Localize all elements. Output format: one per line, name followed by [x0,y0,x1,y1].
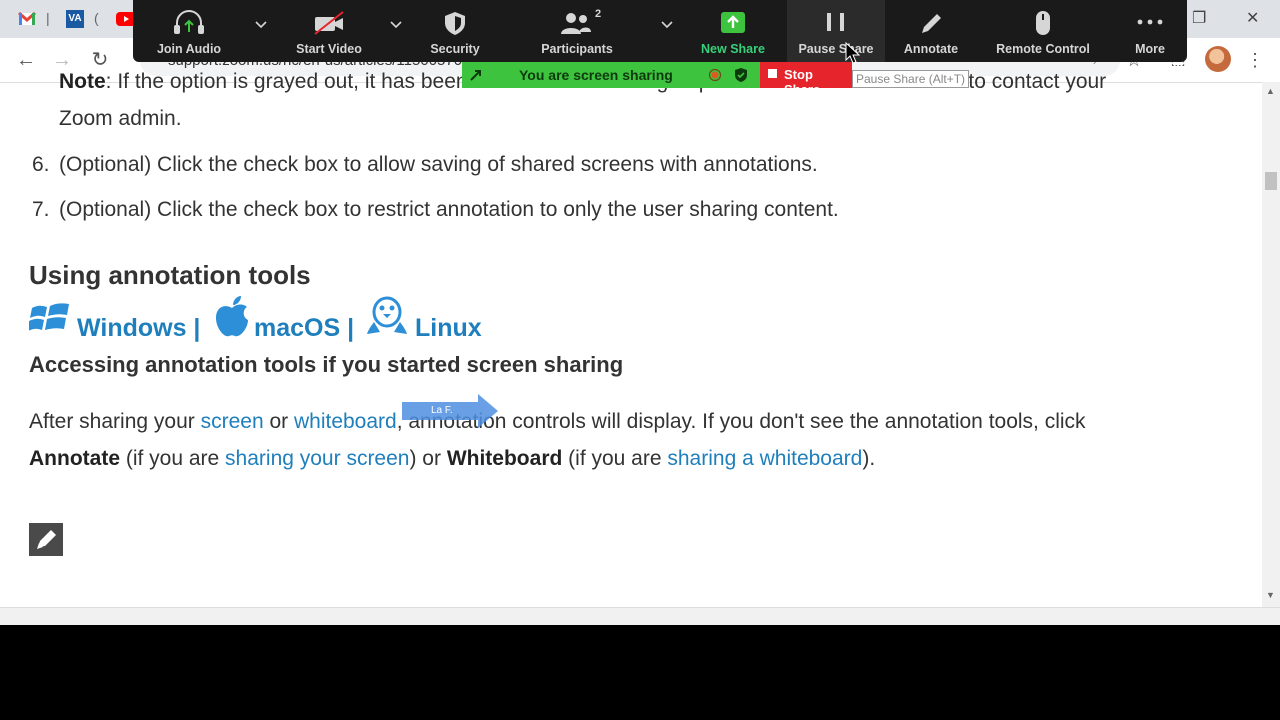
chevron-down-icon[interactable] [660,18,674,32]
start-video-button[interactable]: Start Video [283,0,375,62]
join-audio-button[interactable]: Join Audio [145,0,233,62]
horizontal-scrollbar[interactable] [0,607,1280,625]
record-indicator-icon [708,68,722,82]
mouse-icon [1036,11,1050,35]
more-button[interactable]: More [1119,0,1181,62]
stop-share-button[interactable]: Stop Share [760,62,852,97]
va-icon[interactable]: VA [66,10,84,28]
chevron-down-icon[interactable] [389,18,403,32]
tab-separator: | [46,10,50,26]
join-audio-label: Join Audio [156,42,222,56]
expand-arrow-icon[interactable] [468,67,484,83]
pause-icon [827,13,844,31]
note-line-2: Zoom admin. [59,107,182,130]
paragraph-text: , annotation controls will display. If y… [396,410,1086,433]
whiteboard-term: Whiteboard [446,447,563,470]
annotate-term: Annotate [29,447,120,470]
linux-link[interactable]: Linux [415,314,482,343]
screen-link[interactable]: screen [201,410,264,433]
scroll-thumb[interactable] [1265,172,1277,190]
step-7-text: (Optional) Click the check box to restri… [59,198,839,221]
vertical-scrollbar[interactable]: ▲ ▼ [1262,82,1280,607]
more-dots-icon [1137,19,1163,25]
paragraph-text: ). [862,447,876,470]
zoom-meeting-toolbar: Join Audio Start Video Security 2 Partic… [133,0,1187,64]
sharing-a-whiteboard-link[interactable]: sharing a whiteboard [667,447,862,470]
macos-link[interactable]: macOS | [254,314,354,343]
paragraph-line-2: Annotate (if you are sharing your screen… [29,447,875,471]
pause-share-button[interactable]: Pause Share [787,0,885,64]
article-content: Note: If the option is grayed out, it ha… [0,62,1262,607]
participants-icon [561,13,591,34]
sharing-your-screen-link[interactable]: sharing your screen [225,447,409,470]
headphones-icon [174,10,204,34]
step-6-text: (Optional) Click the check box to allow … [59,153,818,176]
gmail-icon[interactable] [18,10,36,28]
video-off-icon [314,11,344,35]
windows-icon [29,303,69,331]
note-label: Note [59,70,106,93]
apple-icon [216,296,248,337]
share-up-icon [721,12,745,33]
shield-icon [445,12,465,35]
participants-button[interactable]: 2 Participants [529,0,625,62]
annotate-label: Annotate [903,42,959,56]
restore-icon[interactable]: ❐ [1192,8,1206,28]
annotate-button[interactable]: Annotate [893,0,969,62]
scroll-up-icon[interactable]: ▲ [1266,86,1275,96]
pause-share-label: Pause Share [798,42,874,56]
security-button[interactable]: Security [415,0,495,62]
security-label: Security [430,42,480,56]
annotation-arrow: La F. [402,394,498,428]
remote-control-button[interactable]: Remote Control [987,0,1099,62]
arrow-label: La F. [431,405,453,416]
paragraph-text: or [263,410,294,433]
whiteboard-link[interactable]: whiteboard [294,410,397,433]
heading-using-annotation-tools: Using annotation tools [29,260,311,290]
sharing-status-text: You are screen sharing [519,67,673,83]
step-number: 6. [32,153,50,176]
screen-sharing-banner[interactable]: You are screen sharing [462,62,760,88]
paragraph-text: (if you are [120,447,226,470]
more-label: More [1135,42,1165,56]
paragraph-line-1: After sharing your screen or whiteboard,… [29,410,1086,434]
remote-control-label: Remote Control [996,42,1090,56]
pencil-icon [922,14,941,33]
pause-share-tooltip: Pause Share (Alt+T) [852,70,970,88]
new-share-label: New Share [701,42,765,56]
windows-link[interactable]: Windows | [77,314,200,343]
stop-square-icon [768,69,777,78]
participant-count: 2 [595,8,602,20]
participants-label: Participants [541,42,613,56]
scroll-down-icon[interactable]: ▼ [1266,590,1275,600]
start-video-label: Start Video [296,42,362,56]
next-heading-partial: — [29,600,51,607]
paragraph-text: (if you are [562,447,668,470]
annotate-pencil-icon [29,523,63,556]
close-icon[interactable]: ✕ [1246,8,1259,28]
shield-check-icon [735,68,747,82]
paragraph-text: ) or [409,447,447,470]
paragraph-text: After sharing your [29,410,201,433]
new-share-button[interactable]: New Share [691,0,775,62]
tab-separator: ( [94,10,99,26]
heading-accessing-annotation-tools: Accessing annotation tools if you starte… [29,352,624,377]
linux-penguin-icon [367,296,407,334]
chevron-down-icon[interactable] [254,18,268,32]
stop-share-label: Stop Share [784,67,821,97]
step-number: 7. [32,198,50,221]
screen: | VA ( ❐ ✕ ← → ↻ support.zoom.us/hc/en-u… [0,0,1280,625]
